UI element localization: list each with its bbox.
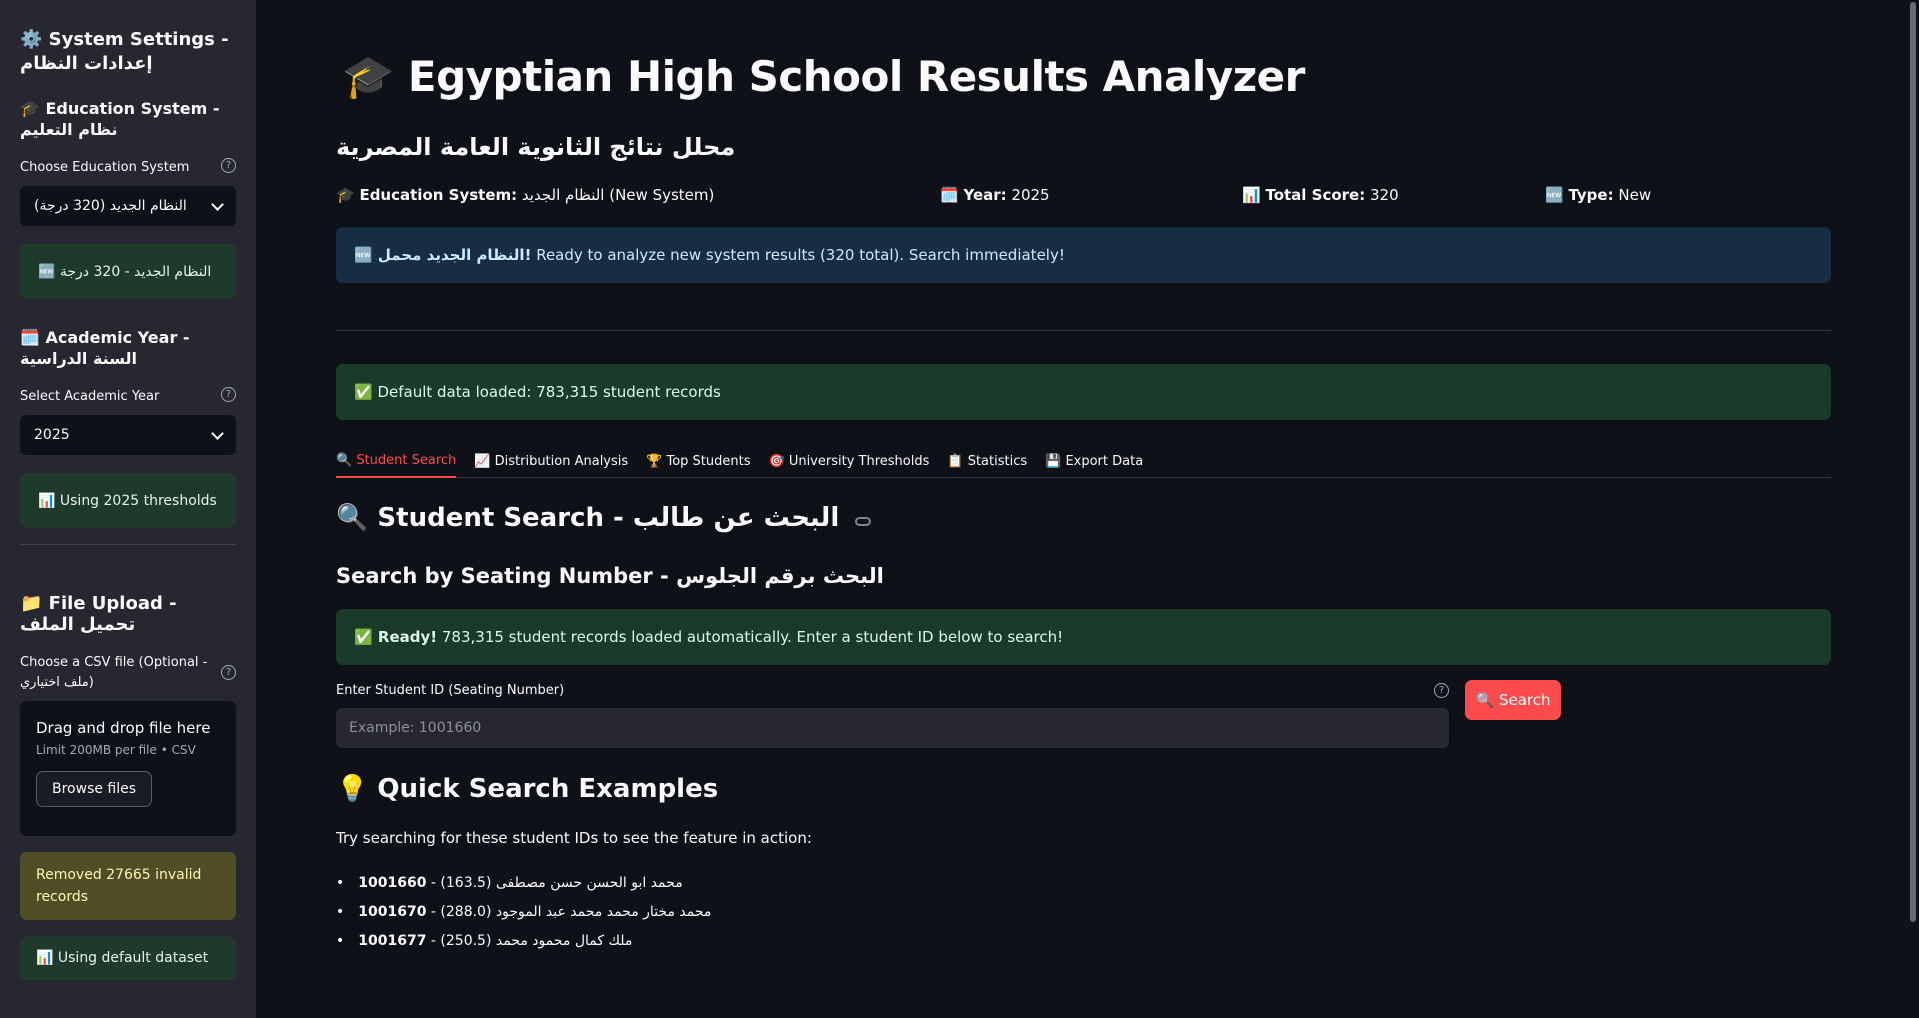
example-id: 1001670	[358, 903, 427, 920]
dropzone-text: Drag and drop file here	[36, 719, 211, 737]
ready-alert: ✅ Ready! 783,315 student records loaded …	[336, 609, 1831, 665]
meta-education-value: النظام الجديد (New System)	[521, 186, 715, 204]
example-detail: - (288.0) محمد مختار محمد محمد عبد الموج…	[426, 903, 712, 920]
tab-top-students[interactable]: 🏆 Top Students	[646, 443, 750, 478]
academic-year-label: Select Academic Year	[20, 389, 160, 404]
education-system-label: Choose Education System	[20, 160, 190, 175]
sidebar: ⚙️ System Settings - إعدادات النظام 🎓 Ed…	[0, 0, 256, 1018]
link-icon[interactable]	[855, 516, 872, 526]
sidebar-title: ⚙️ System Settings - إعدادات النظام	[20, 29, 229, 74]
file-dropzone[interactable]: Drag and drop file here Limit 200MB per …	[20, 701, 236, 836]
meta-type-value: New	[1618, 186, 1652, 204]
ready-text: 783,315 student records loaded automatic…	[437, 628, 1064, 646]
education-system-heading: 🎓 Education System - نظام التعليم	[20, 99, 220, 139]
help-circle-icon[interactable]: ?	[221, 387, 236, 402]
student-search-title: 🔍 Student Search - البحث عن طالب	[336, 503, 840, 533]
info-text: Ready to analyze new system results (320…	[531, 246, 1065, 264]
student-id-label-row: Enter Student ID (Seating Number) ?	[336, 683, 1449, 698]
example-list: 1001660 - (163.5) محمد ابو الحسن حسن مصط…	[336, 868, 711, 955]
dropzone-limit: Limit 200MB per file • CSV	[36, 743, 196, 757]
education-system-label-row: Choose Education System ?	[20, 158, 236, 178]
page-subtitle: محلل نتائج الثانوية العامة المصرية	[336, 133, 736, 161]
search-button[interactable]: 🔍 Search	[1465, 680, 1561, 720]
tab-export-data[interactable]: 💾 Export Data	[1045, 443, 1143, 478]
tab-bar: 🔍 Student Search 📈 Distribution Analysis…	[336, 443, 1831, 478]
default-dataset-status: 📊 Using default dataset	[20, 936, 236, 980]
education-system-status: 🆕 النظام الجديد - 320 درجة	[20, 244, 236, 299]
meta-year: 🗓️ Year: 2025	[940, 186, 1050, 204]
ready-strong: ✅ Ready!	[354, 628, 438, 646]
quick-search-heading: 💡 Quick Search Examples	[336, 774, 719, 804]
browse-files-button[interactable]: Browse files	[36, 771, 153, 807]
help-circle-icon[interactable]: ?	[221, 665, 236, 680]
tab-university-thresholds[interactable]: 🎯 University Thresholds	[769, 443, 930, 478]
meta-type: 🆕 Type: New	[1545, 186, 1651, 204]
data-loaded-alert: ✅ Default data loaded: 783,315 student r…	[336, 364, 1831, 420]
file-upload-label-row: Choose a CSV file (Optional - ملف اختيار…	[20, 653, 236, 693]
meta-total-label: Total Score:	[1265, 186, 1366, 204]
meta-education-label: Education System:	[359, 186, 518, 204]
meta-total-value: 320	[1370, 186, 1399, 204]
divider	[336, 330, 1831, 331]
meta-education-icon: 🎓	[336, 186, 360, 204]
seating-number-heading: Search by Seating Number - البحث برقم ال…	[336, 564, 884, 588]
tab-student-search[interactable]: 🔍 Student Search	[336, 443, 457, 478]
page-title: 🎓 Egyptian High School Results Analyzer	[342, 52, 1305, 101]
meta-education: 🎓 Education System: النظام الجديد (New S…	[336, 186, 714, 204]
new-icon: 🆕	[1545, 186, 1569, 204]
calendar-icon: 🗓️	[940, 186, 964, 204]
meta-year-label: Year:	[963, 186, 1007, 204]
tab-statistics[interactable]: 📋 Statistics	[947, 443, 1027, 478]
example-detail: - (250.5) ملك كمال محمود محمد	[426, 932, 633, 949]
student-id-label: Enter Student ID (Seating Number)	[336, 683, 565, 698]
academic-year-select[interactable]: 2025	[20, 415, 236, 455]
file-upload-label: Choose a CSV file (Optional - ملف اختيار…	[20, 655, 208, 690]
meta-total: 📊 Total Score: 320	[1242, 186, 1399, 204]
education-system-selected: النظام الجديد (320 درجة)	[34, 198, 187, 214]
list-item: 1001660 - (163.5) محمد ابو الحسن حسن مصط…	[336, 868, 711, 897]
chart-icon: 📊	[1242, 186, 1266, 204]
chevron-down-icon	[211, 197, 224, 211]
academic-year-heading: 🗓️ Academic Year - السنة الدراسية	[20, 328, 190, 368]
academic-year-label-row: Select Academic Year ?	[20, 387, 236, 407]
example-detail: - (163.5) محمد ابو الحسن حسن مصطفى	[426, 874, 683, 891]
invalid-records-warning: Removed 27665 invalid records	[20, 852, 236, 920]
chevron-down-icon	[211, 426, 224, 440]
example-id: 1001677	[358, 932, 427, 949]
academic-year-selected: 2025	[34, 427, 70, 443]
meta-year-value: 2025	[1011, 186, 1050, 204]
main-content: 🎓 Egyptian High School Results Analyzer …	[336, 0, 1831, 1018]
quick-search-description: Try searching for these student IDs to s…	[336, 829, 812, 847]
meta-type-label: Type:	[1568, 186, 1614, 204]
sidebar-divider	[20, 544, 236, 545]
list-item: 1001670 - (288.0) محمد مختار محمد محمد ع…	[336, 897, 711, 926]
help-circle-icon[interactable]: ?	[1434, 683, 1449, 698]
info-strong: 🆕 النظام الجديد محمل!	[354, 246, 532, 264]
tab-distribution-analysis[interactable]: 📈 Distribution Analysis	[474, 443, 628, 478]
education-system-select[interactable]: النظام الجديد (320 درجة)	[20, 186, 236, 226]
system-meta-row: 🎓 Education System: النظام الجديد (New S…	[336, 186, 1831, 208]
example-id: 1001660	[358, 874, 427, 891]
student-search-heading: 🔍 Student Search - البحث عن طالب	[336, 503, 872, 533]
academic-year-status: 📊 Using 2025 thresholds	[20, 473, 236, 528]
list-item: 1001677 - (250.5) ملك كمال محمود محمد	[336, 926, 711, 955]
student-id-input[interactable]: Example: 1001660	[336, 708, 1449, 748]
file-upload-heading: 📁 File Upload - تحميل الملف	[20, 593, 177, 635]
page-scrollbar[interactable]	[1910, 2, 1916, 922]
help-circle-icon[interactable]: ?	[221, 158, 236, 173]
system-info-alert: 🆕 النظام الجديد محمل! Ready to analyze n…	[336, 227, 1831, 283]
